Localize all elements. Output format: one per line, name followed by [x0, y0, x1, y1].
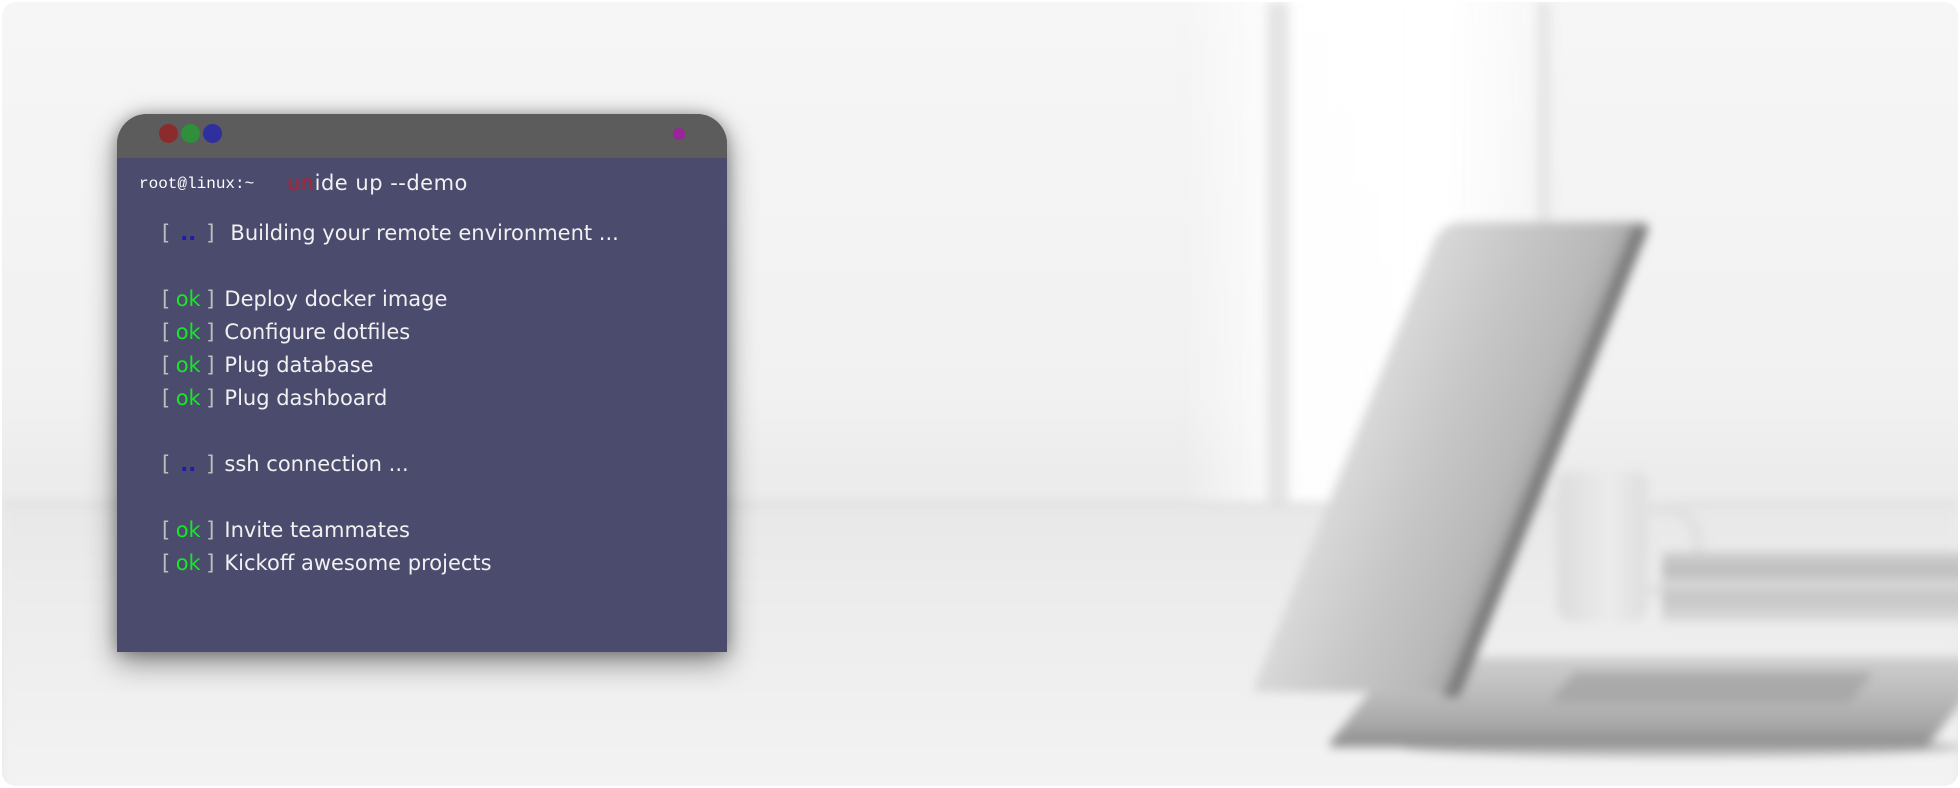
green-dot-icon[interactable] — [181, 124, 200, 143]
output-message: Plug dashboard — [224, 386, 388, 410]
status-ok: ok — [175, 386, 201, 410]
output-message: Invite teammates — [224, 518, 410, 542]
output-message: Deploy docker image — [224, 287, 448, 311]
bracket-open: [ — [162, 320, 171, 344]
bracket-close: ] — [206, 518, 215, 542]
output-line: [ok] Invite teammates — [162, 516, 410, 544]
terminal-titlebar — [117, 114, 727, 158]
output-line: [ok] Plug dashboard — [162, 384, 387, 412]
bracket-open: [ — [162, 353, 171, 377]
blue-dot-icon[interactable] — [203, 124, 222, 143]
window-frame — [1267, 2, 1289, 522]
output-line: [..] ssh connection ... — [162, 450, 409, 478]
mug — [1557, 472, 1647, 622]
output-line: [ok] Kickoff awesome projects — [162, 549, 492, 577]
status-pending: .. — [180, 452, 197, 476]
bracket-close: ] — [206, 551, 215, 575]
output-message: Kickoff awesome projects — [224, 551, 492, 575]
output-line: [ok] Configure dotfiles — [162, 318, 410, 346]
purple-dot-icon[interactable] — [673, 128, 685, 140]
status-ok: ok — [175, 320, 201, 344]
red-dot-icon[interactable] — [159, 124, 178, 143]
status-ok: ok — [175, 287, 201, 311]
output-message: Building your remote environment ... — [230, 221, 619, 245]
bracket-close: ] — [206, 320, 215, 344]
output-line: [..] Building your remote environment ... — [162, 219, 619, 247]
command-text: ide up --demo — [314, 171, 468, 195]
status-pending: .. — [180, 221, 197, 245]
bracket-open: [ — [162, 551, 171, 575]
books-stack — [1662, 552, 1958, 622]
laptop-keyboard — [1550, 672, 1874, 702]
bracket-close: ] — [206, 353, 215, 377]
output-message: ssh connection ... — [224, 452, 409, 476]
bracket-open: [ — [162, 518, 171, 542]
output-line: [ok] Deploy docker image — [162, 285, 447, 313]
output-message: Configure dotfiles — [224, 320, 411, 344]
status-ok: ok — [175, 551, 201, 575]
bracket-open: [ — [162, 287, 171, 311]
terminal-body: root@linux:~ unide up --demo [..] Buildin… — [117, 158, 727, 652]
terminal-prompt: root@linux:~ — [139, 175, 255, 193]
status-ok: ok — [175, 518, 201, 542]
bracket-open: [ — [162, 221, 171, 245]
terminal-command: unide up --demo — [287, 168, 468, 198]
terminal-window: root@linux:~ unide up --demo [..] Buildin… — [117, 114, 727, 652]
bracket-close: ] — [206, 386, 215, 410]
status-ok: ok — [175, 353, 201, 377]
bracket-close: ] — [206, 221, 215, 245]
output-line: [ok] Plug database — [162, 351, 374, 379]
bracket-close: ] — [206, 287, 215, 311]
bracket-open: [ — [162, 386, 171, 410]
command-brand: un — [287, 171, 315, 195]
hero-banner: root@linux:~ unide up --demo [..] Buildin… — [2, 2, 1958, 786]
bracket-close: ] — [206, 452, 215, 476]
output-message: Plug database — [224, 353, 374, 377]
bracket-open: [ — [162, 452, 171, 476]
